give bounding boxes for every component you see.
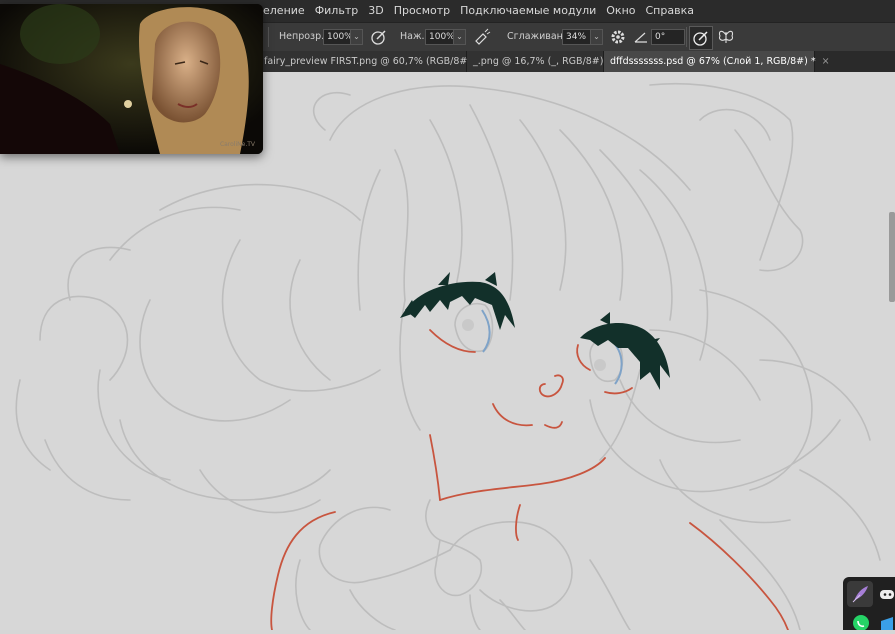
feather-app-icon[interactable] bbox=[847, 581, 873, 607]
tab-png[interactable]: _.png @ 16,7% (_, RGB/8#)× bbox=[467, 51, 617, 72]
settings-gear-icon[interactable] bbox=[608, 27, 628, 47]
drawing-canvas[interactable] bbox=[0, 72, 895, 630]
menu-item-window[interactable]: Окно bbox=[601, 3, 640, 19]
airbrush-icon[interactable] bbox=[472, 27, 492, 47]
menu-item-plugins[interactable]: Подключаемые модули bbox=[455, 3, 601, 19]
menu-item-help[interactable]: Справка bbox=[641, 3, 699, 19]
vertical-scrollbar[interactable] bbox=[889, 212, 895, 302]
menu-item-filter[interactable]: Фильтр bbox=[310, 3, 364, 19]
menu-item-selection[interactable]: еление bbox=[258, 3, 310, 19]
tab-close-icon[interactable]: × bbox=[822, 56, 830, 67]
tab-label: fairy_preview FIRST.png @ 60,7% (RGB/8#) bbox=[264, 56, 472, 67]
opacity-dropdown[interactable]: ⌄ bbox=[350, 29, 363, 45]
tray-app-icon[interactable] bbox=[879, 615, 895, 630]
tab-dffdsssssss-psd[interactable]: dffdsssssss.psd @ 67% (Слой 1, RGB/8#) *… bbox=[604, 51, 830, 72]
video-watermark: CaroliNe.TV bbox=[219, 141, 255, 148]
video-overlay[interactable]: CaroliNe.TV bbox=[0, 4, 263, 154]
whatsapp-icon[interactable] bbox=[851, 613, 871, 631]
flow-label: Наж.: bbox=[400, 31, 428, 42]
flow-field[interactable]: 100% bbox=[425, 29, 455, 45]
smoothing-dropdown[interactable]: ⌄ bbox=[590, 29, 603, 45]
red-lines bbox=[270, 329, 789, 630]
opacity-field[interactable]: 100% bbox=[323, 29, 353, 45]
brush-pressure-icon[interactable] bbox=[369, 27, 389, 47]
angle-icon bbox=[631, 27, 651, 47]
video-frame bbox=[0, 4, 263, 154]
right-pupil bbox=[594, 359, 606, 371]
options-separator bbox=[686, 27, 687, 47]
menu-items: еление Фильтр 3D Просмотр Подключаемые м… bbox=[258, 3, 699, 19]
opacity-label: Непрозр.: bbox=[279, 31, 328, 42]
options-separator bbox=[268, 27, 269, 47]
pressure-size-toggle[interactable] bbox=[689, 26, 713, 50]
left-pupil bbox=[462, 319, 474, 331]
sketch-artwork bbox=[15, 82, 881, 630]
sketch-lines bbox=[15, 82, 881, 630]
smoothing-field[interactable]: 34% bbox=[562, 29, 592, 45]
tab-label: dffdsssssss.psd @ 67% (Слой 1, RGB/8#) * bbox=[610, 56, 816, 67]
taskbar-tray bbox=[843, 577, 895, 631]
flow-dropdown[interactable]: ⌄ bbox=[453, 29, 466, 45]
symmetry-butterfly-icon[interactable] bbox=[716, 27, 736, 47]
eyelashes bbox=[400, 272, 670, 390]
discord-icon[interactable] bbox=[877, 584, 895, 604]
tab-fairy-preview[interactable]: fairy_preview FIRST.png @ 60,7% (RGB/8#)… bbox=[258, 51, 485, 72]
angle-field[interactable]: 0° bbox=[651, 29, 685, 45]
menu-item-view[interactable]: Просмотр bbox=[389, 3, 455, 19]
tab-label: _.png @ 16,7% (_, RGB/8#) bbox=[473, 56, 604, 67]
menu-item-3d[interactable]: 3D bbox=[363, 3, 388, 19]
